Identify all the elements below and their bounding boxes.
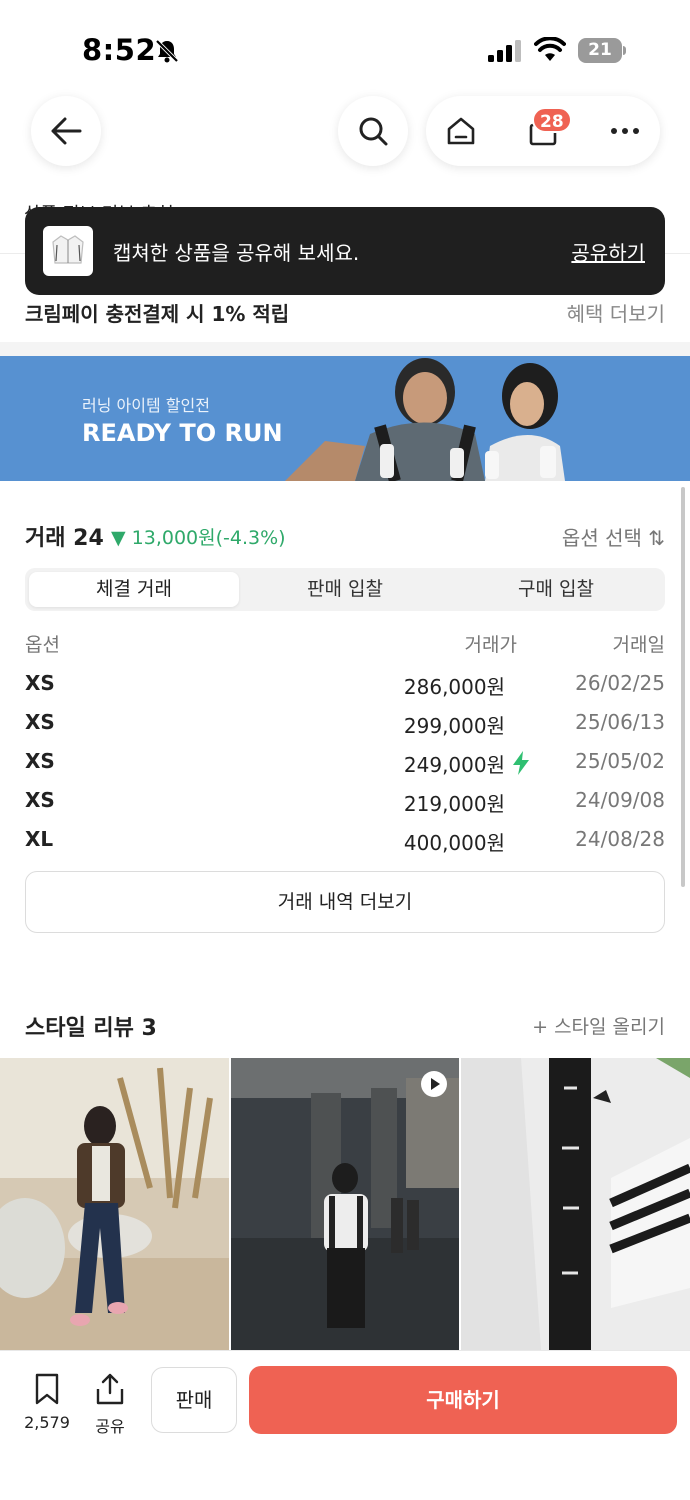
benefit-label: 크림페이 충전결제 시 1% 적립 bbox=[25, 302, 290, 326]
bell-muted-icon bbox=[155, 39, 179, 63]
style-photo-image bbox=[0, 1058, 229, 1350]
row-price: 286,000원 bbox=[403, 675, 505, 699]
wifi-icon bbox=[534, 37, 566, 61]
jacket-icon bbox=[52, 235, 84, 264]
benefit-more-link[interactable]: 혜택 더보기 bbox=[567, 298, 665, 327]
status-time: 8:52 bbox=[82, 33, 157, 67]
row-size: XS bbox=[25, 788, 55, 812]
benefit-row: 크림페이 충전결제 시 1% 적립 혜택 더보기 bbox=[25, 298, 665, 327]
table-row: XS 299,000원 25/06/13 bbox=[25, 710, 665, 740]
trade-header: 거래 24 ▼ 13,000원(-4.3%) 옵션 선택 ⇅ bbox=[25, 518, 665, 552]
style-video[interactable] bbox=[231, 1058, 459, 1350]
bottom-action-bar: 2,579 공유 판매 구매하기 bbox=[0, 1350, 690, 1500]
style-photo[interactable] bbox=[461, 1058, 690, 1350]
table-row: XS 219,000원 24/09/08 bbox=[25, 788, 665, 818]
cart-count-badge: 28 bbox=[532, 107, 572, 133]
row-price: 219,000원 bbox=[403, 792, 505, 816]
search-icon bbox=[359, 117, 388, 146]
more-menu-button[interactable] bbox=[590, 96, 660, 166]
home-button[interactable] bbox=[426, 96, 496, 166]
header-option: 옵션 bbox=[25, 634, 60, 656]
scrollbar[interactable] bbox=[681, 487, 685, 887]
search-button[interactable] bbox=[338, 96, 408, 166]
table-row: XL 400,000원 24/08/28 bbox=[25, 827, 665, 857]
sell-button[interactable]: 판매 bbox=[151, 1367, 237, 1433]
row-date: 24/09/08 bbox=[575, 788, 665, 812]
row-price: 249,000원 bbox=[403, 753, 505, 777]
home-icon bbox=[447, 117, 475, 145]
table-row: XS 249,000원 25/05/02 bbox=[25, 749, 665, 779]
header-price: 거래가 bbox=[464, 634, 517, 656]
row-price: 400,000원 bbox=[403, 831, 505, 855]
bookmark-icon bbox=[35, 1373, 59, 1405]
bookmark-count: 2,579 bbox=[24, 1413, 70, 1432]
row-size: XS bbox=[25, 671, 55, 695]
banner-title: READY TO RUN bbox=[82, 419, 283, 447]
trade-history-more-button[interactable]: 거래 내역 더보기 bbox=[25, 871, 665, 933]
style-photo-image bbox=[461, 1058, 690, 1350]
row-date: 26/02/25 bbox=[575, 671, 665, 695]
share-capture-toast: 캡쳐한 상품을 공유해 보세요. 공유하기 bbox=[25, 207, 665, 295]
banner-subtitle: 러닝 아이템 할인전 bbox=[82, 396, 210, 415]
promo-banner[interactable]: 러닝 아이템 할인전 READY TO RUN bbox=[0, 356, 690, 481]
lightning-icon bbox=[513, 751, 529, 775]
row-size: XS bbox=[25, 749, 55, 773]
section-spacer bbox=[0, 342, 690, 356]
tab-buy-bids[interactable]: 구매 입찰 bbox=[451, 572, 661, 607]
play-icon bbox=[421, 1071, 447, 1097]
row-size: XL bbox=[25, 827, 54, 851]
toast-message: 캡쳐한 상품을 공유해 보세요. bbox=[113, 241, 360, 265]
buy-button[interactable]: 구매하기 bbox=[249, 1366, 677, 1434]
bookmark-button[interactable]: 2,579 bbox=[20, 1373, 74, 1432]
share-label: 공유 bbox=[95, 1417, 125, 1436]
header-date: 거래일 bbox=[612, 634, 665, 656]
arrow-left-icon bbox=[51, 117, 82, 145]
top-navigation bbox=[0, 96, 690, 176]
product-thumbnail bbox=[43, 226, 93, 276]
runners-illustration bbox=[285, 358, 565, 481]
price-change: ▼ 13,000원(-4.3%) bbox=[111, 527, 286, 549]
style-review-header: 스타일 리뷰 3 + 스타일 올리기 bbox=[25, 1010, 665, 1041]
tab-sell-bids[interactable]: 판매 입찰 bbox=[240, 572, 450, 607]
style-review-title: 스타일 리뷰 3 bbox=[25, 1016, 157, 1041]
tab-executed-trades[interactable]: 체결 거래 bbox=[29, 572, 239, 607]
toast-share-link[interactable]: 공유하기 bbox=[571, 237, 645, 266]
row-date: 25/05/02 bbox=[575, 749, 665, 773]
row-date: 25/06/13 bbox=[575, 710, 665, 734]
trade-table-header: 옵션 거래가 거래일 bbox=[25, 630, 665, 656]
share-button[interactable]: 공유 bbox=[88, 1373, 132, 1437]
cellular-signal-icon bbox=[488, 40, 521, 62]
style-photo-grid bbox=[0, 1058, 690, 1350]
row-price: 299,000원 bbox=[403, 714, 505, 738]
battery-indicator: 21 bbox=[578, 38, 626, 63]
trade-tabs: 체결 거래 판매 입찰 구매 입찰 bbox=[25, 568, 665, 611]
more-horizontal-icon bbox=[611, 128, 639, 134]
option-select-button[interactable]: 옵션 선택 ⇅ bbox=[562, 522, 665, 551]
share-icon bbox=[96, 1373, 124, 1405]
style-video-image bbox=[231, 1058, 459, 1350]
back-button[interactable] bbox=[31, 96, 101, 166]
row-size: XS bbox=[25, 710, 55, 734]
battery-percent: 21 bbox=[588, 40, 612, 60]
style-photo[interactable] bbox=[0, 1058, 229, 1350]
status-bar: 8:52 21 bbox=[0, 0, 690, 96]
trade-count-title: 거래 24 bbox=[25, 526, 104, 551]
upload-style-link[interactable]: + 스타일 올리기 bbox=[532, 1012, 665, 1039]
table-row: XS 286,000원 26/02/25 bbox=[25, 671, 665, 701]
row-date: 24/08/28 bbox=[575, 827, 665, 851]
